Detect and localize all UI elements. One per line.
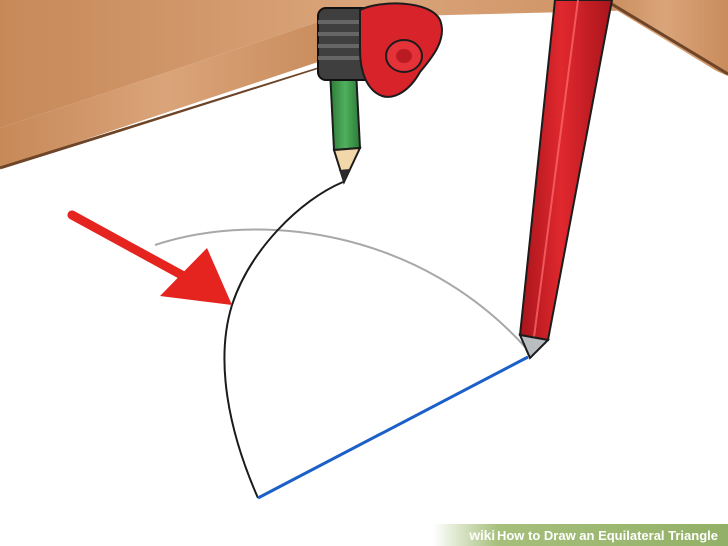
drawing-scene xyxy=(0,0,728,546)
watermark-brand: wiki xyxy=(469,527,495,543)
watermark: wiki How to Draw an Equilateral Triangle xyxy=(433,524,728,546)
illustration: wiki How to Draw an Equilateral Triangle xyxy=(0,0,728,546)
watermark-title: How to Draw an Equilateral Triangle xyxy=(496,527,718,543)
